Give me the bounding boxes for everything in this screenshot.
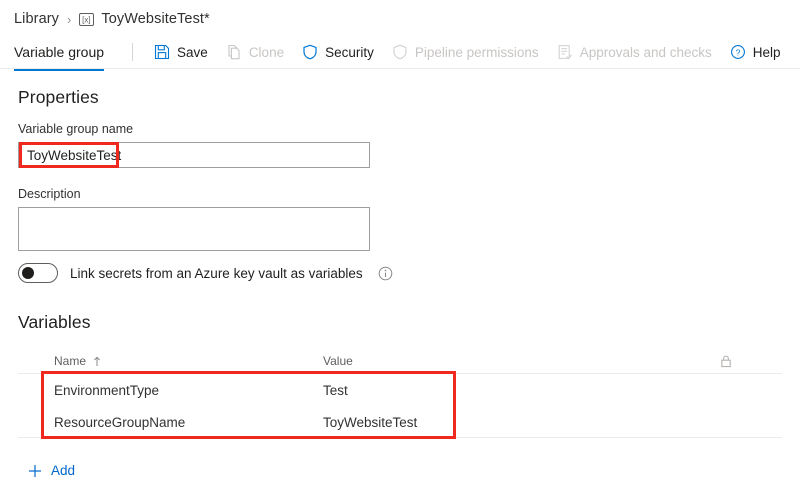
shield-outline-icon <box>392 44 408 60</box>
clone-icon <box>226 44 242 60</box>
breadcrumb-separator: › <box>67 11 72 27</box>
save-button[interactable]: Save <box>145 37 217 67</box>
column-header-value-label: Value <box>323 354 353 368</box>
pipeline-permissions-button[interactable]: Pipeline permissions <box>383 37 548 67</box>
add-variable-label: Add <box>51 463 76 478</box>
save-button-label: Save <box>177 44 208 60</box>
toolbar-divider <box>132 43 134 61</box>
variable-name-cell: ResourceGroupName <box>54 414 186 430</box>
lock-icon <box>719 354 733 368</box>
checklist-icon <box>557 44 573 60</box>
variables-table-header: Name Value <box>18 348 782 374</box>
help-button[interactable]: ? Help <box>721 37 790 67</box>
variables-table: Name Value <box>18 348 782 374</box>
variable-group-name-label: Variable group name <box>18 122 134 136</box>
column-header-value[interactable]: Value <box>323 354 706 368</box>
variables-table-bottom-divider <box>18 437 782 438</box>
clone-button-label: Clone <box>248 44 285 60</box>
column-header-name[interactable]: Name <box>18 354 323 368</box>
description-input[interactable] <box>18 207 370 251</box>
add-variable-button[interactable]: Add <box>28 463 75 478</box>
help-button-label: Help <box>752 44 781 60</box>
breadcrumb: Library › [x] ToyWebsiteTest* <box>14 6 210 32</box>
column-header-name-label: Name <box>54 354 87 368</box>
table-row[interactable]: EnvironmentType Test <box>18 374 782 406</box>
security-button[interactable]: Security <box>293 37 383 67</box>
variable-value-cell: Test <box>323 382 348 398</box>
pipeline-permissions-button-label: Pipeline permissions <box>414 44 539 60</box>
variable-group-name-input[interactable] <box>18 142 370 168</box>
table-row[interactable]: ResourceGroupName ToyWebsiteTest <box>18 406 782 438</box>
tab-variable-group-label: Variable group <box>14 44 105 60</box>
variable-name-cell: EnvironmentType <box>54 382 160 398</box>
column-header-lock <box>706 354 746 368</box>
variable-value-cell: ToyWebsiteTest <box>323 414 418 430</box>
breadcrumb-link-library[interactable]: Library <box>14 11 59 27</box>
link-secrets-toggle-label: Link secrets from an Azure key vault as … <box>70 265 363 281</box>
approvals-and-checks-button[interactable]: Approvals and checks <box>548 37 721 67</box>
info-circle-icon[interactable] <box>378 266 393 281</box>
shield-icon <box>302 44 318 60</box>
breadcrumb-current-page: ToyWebsiteTest* <box>101 11 210 27</box>
variables-table-body: EnvironmentType Test ResourceGroupName T… <box>18 374 782 438</box>
toolbar: Variable group Save Clone Security Pipel… <box>0 36 800 71</box>
approvals-and-checks-button-label: Approvals and checks <box>579 44 712 60</box>
link-secrets-row: Link secrets from an Azure key vault as … <box>18 263 393 283</box>
svg-text:[x]: [x] <box>83 15 91 24</box>
help-circle-icon: ? <box>730 44 746 60</box>
security-button-label: Security <box>325 44 374 60</box>
variables-heading: Variables <box>18 312 91 332</box>
toolbar-bottom-divider <box>0 68 800 69</box>
properties-heading: Properties <box>18 87 99 107</box>
toggle-knob <box>22 267 34 279</box>
save-icon <box>154 44 170 60</box>
clone-button[interactable]: Clone <box>217 37 293 67</box>
variable-group-icon: [x] <box>79 12 95 26</box>
tab-variable-group[interactable]: Variable group <box>4 36 114 71</box>
svg-text:?: ? <box>735 47 740 57</box>
sort-ascending-icon <box>92 356 102 367</box>
description-label: Description <box>18 187 81 201</box>
link-secrets-toggle[interactable] <box>18 263 58 283</box>
plus-icon <box>28 464 42 478</box>
